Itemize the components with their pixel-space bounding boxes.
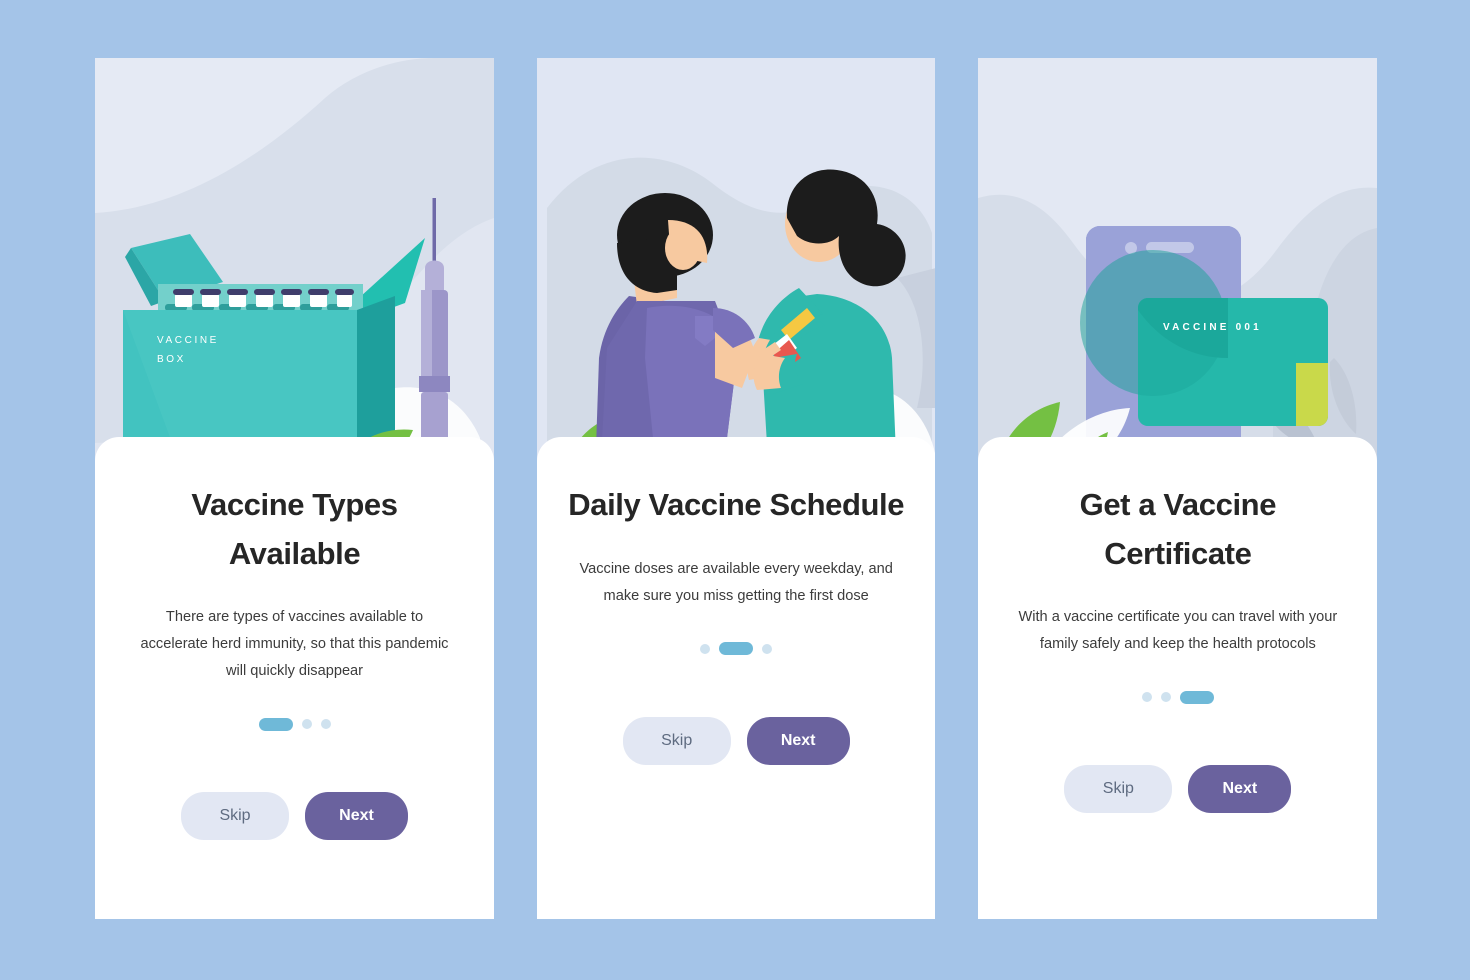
skip-button[interactable]: Skip <box>1064 765 1173 814</box>
page-title: Vaccine Types Available <box>191 487 398 571</box>
action-buttons: Skip Next <box>567 716 906 765</box>
onboarding-screen-vaccine-types: VACCINE BOX Vaccine Types Available Ther… <box>95 58 494 919</box>
pagination-dot-2[interactable] <box>301 719 312 730</box>
page-description: With a vaccine certificate you can trave… <box>1018 609 1338 653</box>
page-title: Get a Vaccine Certificate <box>1079 487 1277 571</box>
pagination-dot-2[interactable] <box>719 642 754 656</box>
pagination-dot-3[interactable] <box>762 643 773 654</box>
onboarding-screen-daily-schedule: Daily Vaccine Schedule Vaccine doses are… <box>536 58 936 919</box>
content-panel: Get a Vaccine Certificate With a vaccine… <box>978 437 1378 919</box>
vaccine-box-label-line2: BOX <box>157 354 186 365</box>
skip-button[interactable]: Skip <box>622 716 731 765</box>
action-buttons: Skip Next <box>125 792 464 841</box>
vaccine-box-label-line1: VACCINE <box>157 335 219 346</box>
page-description: Vaccine doses are available every weekda… <box>579 560 893 604</box>
page-title: Daily Vaccine Schedule <box>568 487 905 522</box>
onboarding-screens: VACCINE BOX Vaccine Types Available Ther… <box>95 58 1378 919</box>
pagination-dot-1[interactable] <box>258 717 293 731</box>
illustration-nurse-vaccinating-patient <box>536 58 936 478</box>
pagination-dots <box>567 642 906 656</box>
next-button[interactable]: Next <box>746 716 850 765</box>
content-panel: Vaccine Types Available There are types … <box>95 437 494 919</box>
pagination-dot-3[interactable] <box>320 719 331 730</box>
content-panel: Daily Vaccine Schedule Vaccine doses are… <box>536 437 936 919</box>
page-description: There are types of vaccines available to… <box>140 609 449 680</box>
action-buttons: Skip Next <box>1008 765 1347 814</box>
next-button[interactable]: Next <box>1188 765 1292 814</box>
pagination-dot-2[interactable] <box>1160 692 1171 703</box>
pagination-dots <box>125 717 464 731</box>
skip-button[interactable]: Skip <box>181 792 289 841</box>
illustration-phone-with-vaccine-card: VACCINE 001 <box>978 58 1378 478</box>
onboarding-screen-vaccine-certificate: VACCINE 001 Get a Vaccine Certificate Wi… <box>978 58 1378 919</box>
next-button[interactable]: Next <box>305 792 408 841</box>
pagination-dot-1[interactable] <box>1141 692 1152 703</box>
pagination-dots <box>1008 690 1347 704</box>
pagination-dot-3[interactable] <box>1179 690 1214 704</box>
certificate-card-label: VACCINE 001 <box>1163 322 1262 333</box>
illustration-vaccine-box-and-syringe: VACCINE BOX <box>95 58 494 478</box>
pagination-dot-1[interactable] <box>700 643 711 654</box>
